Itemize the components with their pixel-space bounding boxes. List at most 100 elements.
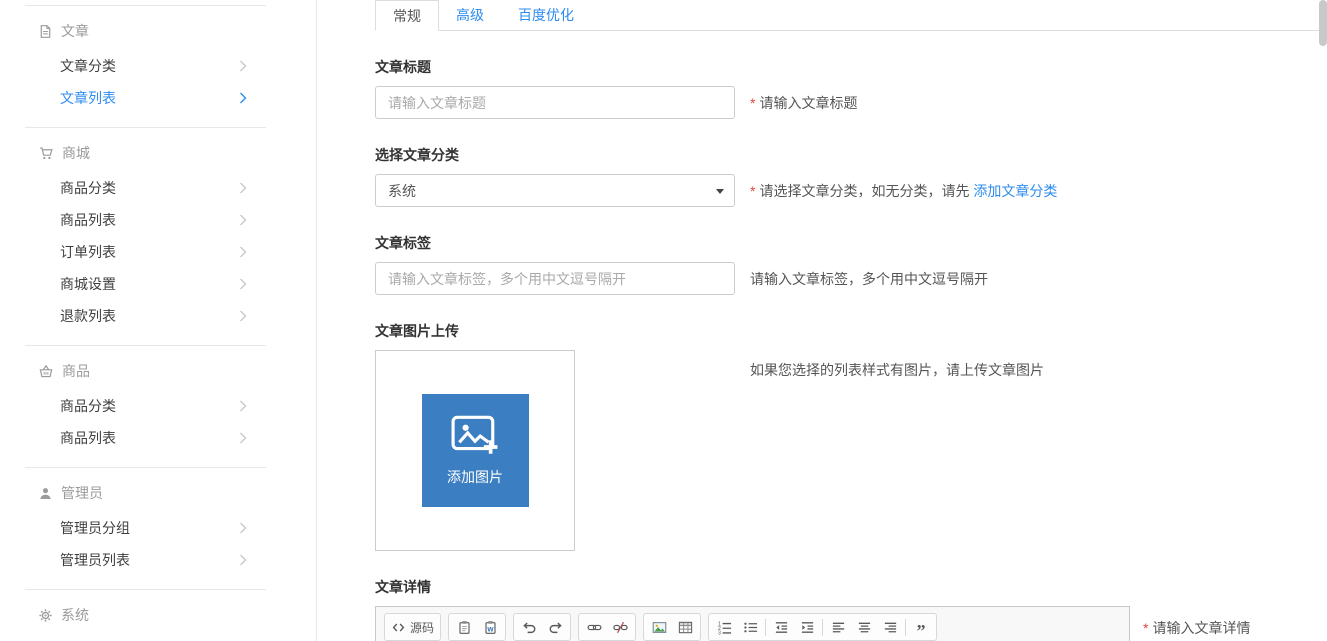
sidebar-item-basic-info[interactable]: 基本信息 <box>0 634 316 641</box>
bullet-list-button[interactable] <box>737 615 763 639</box>
redo-button[interactable] <box>542 615 568 639</box>
sidebar-item-article-category[interactable]: 文章分类 <box>0 50 316 82</box>
image-upload-box[interactable]: 添加图片 <box>375 350 575 551</box>
category-select[interactable]: 系统 <box>375 174 735 207</box>
title-input[interactable] <box>375 86 735 119</box>
tab-advanced[interactable]: 高级 <box>439 0 501 30</box>
sidebar-section-label: 管理员 <box>61 483 103 503</box>
paste-word-button[interactable]: W <box>477 615 503 639</box>
outdent-button[interactable] <box>768 615 794 639</box>
cart-icon <box>38 146 54 161</box>
align-center-button[interactable] <box>851 615 877 639</box>
sidebar-item-order-list[interactable]: 订单列表 <box>0 236 316 268</box>
link-icon <box>587 620 602 635</box>
undo-button[interactable] <box>516 615 542 639</box>
sidebar-item-label: 商品分类 <box>60 396 116 416</box>
sidebar-section-label: 文章 <box>61 21 89 41</box>
outdent-icon <box>774 620 789 635</box>
sidebar-item-label: 管理员分组 <box>60 518 130 538</box>
sidebar-item-goods-list[interactable]: 商品列表 <box>0 204 316 236</box>
chevron-right-icon <box>239 310 247 322</box>
sidebar-item-label: 商品列表 <box>60 428 116 448</box>
sidebar-section-admin: 管理员管理员分组管理员列表 <box>0 468 316 589</box>
sidebar-item-mall-settings[interactable]: 商城设置 <box>0 268 316 300</box>
title-row: *请输入文章标题 <box>375 86 1327 119</box>
unlink-icon <box>613 620 628 635</box>
sidebar-section-mall: 商城商品分类商品列表订单列表商城设置退款列表 <box>0 128 316 345</box>
sidebar-item-admin-list[interactable]: 管理员列表 <box>0 544 316 576</box>
add-image-button[interactable]: 添加图片 <box>422 394 529 507</box>
chevron-right-icon <box>239 246 247 258</box>
paste-button[interactable] <box>451 615 477 639</box>
sidebar-item-admin-group[interactable]: 管理员分组 <box>0 512 316 544</box>
sidebar-item-goods-category[interactable]: 商品分类 <box>0 172 316 204</box>
table-icon <box>678 620 693 635</box>
indent-icon <box>800 620 815 635</box>
required-asterisk: * <box>750 95 755 111</box>
chevron-right-icon <box>239 92 247 104</box>
sidebar-section-product: 商品商品分类商品列表 <box>0 346 316 467</box>
link-button[interactable] <box>581 615 607 639</box>
tab-bar: 常规 高级 百度优化 <box>375 0 1327 31</box>
blockquote-icon: ” <box>917 619 926 635</box>
basket-icon <box>38 364 54 379</box>
sidebar-item-refund-list[interactable]: 退款列表 <box>0 300 316 332</box>
hint-text: 请输入文章标题 <box>759 95 857 111</box>
editor-toolbar-row1: 源码 W 123 ” <box>384 613 1121 641</box>
scrollbar-thumb[interactable] <box>1319 0 1327 46</box>
image-button[interactable] <box>646 615 672 639</box>
image-upload-hint: 如果您选择的列表样式有图片，请上传文章图片 <box>750 350 1044 380</box>
table-button[interactable] <box>672 615 698 639</box>
image-upload-row: 添加图片 如果您选择的列表样式有图片，请上传文章图片 <box>375 350 1327 551</box>
rich-text-editor: 源码W123” 格式样式大小AABIUSIx <box>375 606 1130 641</box>
tab-label: 常规 <box>393 8 421 24</box>
sidebar-section-label: 商城 <box>62 143 90 163</box>
required-asterisk: * <box>750 183 755 199</box>
toolbar-group: W <box>448 613 506 641</box>
category-select-value: 系统 <box>388 181 416 201</box>
sidebar-section-label: 商品 <box>62 361 90 381</box>
content-hint: *请输入文章详情 <box>1143 606 1250 638</box>
hint-text: 请输入文章标签，多个用中文逗号隔开 <box>750 271 988 287</box>
add-category-link[interactable]: 添加文章分类 <box>973 183 1057 199</box>
editor-toolbar: 源码W123” 格式样式大小AABIUSIx <box>376 607 1129 641</box>
toolbar-group <box>643 613 701 641</box>
caret-down-icon <box>716 189 724 194</box>
toolbar-separator <box>822 619 823 636</box>
tab-baidu-seo[interactable]: 百度优化 <box>501 0 591 30</box>
align-left-button[interactable] <box>825 615 851 639</box>
tab-general[interactable]: 常规 <box>375 0 439 31</box>
svg-text:3: 3 <box>717 630 720 634</box>
sidebar-item-product-list[interactable]: 商品列表 <box>0 422 316 454</box>
chevron-right-icon <box>239 60 247 72</box>
sidebar-section-header-mall: 商城 <box>0 128 316 172</box>
sidebar-item-product-category[interactable]: 商品分类 <box>0 390 316 422</box>
sidebar-item-label: 文章列表 <box>60 88 116 108</box>
indent-button[interactable] <box>794 615 820 639</box>
redo-icon <box>548 620 563 635</box>
tab-label: 高级 <box>456 7 484 23</box>
numbered-list-button[interactable]: 123 <box>711 615 737 639</box>
source-button[interactable]: 源码 <box>387 615 438 639</box>
sidebar-item-label: 退款列表 <box>60 306 116 326</box>
tags-input[interactable] <box>375 262 735 295</box>
paste-icon <box>457 620 472 635</box>
align-right-button[interactable] <box>877 615 903 639</box>
chevron-right-icon <box>239 278 247 290</box>
chevron-right-icon <box>239 432 247 444</box>
sidebar-item-article-list[interactable]: 文章列表 <box>0 82 316 114</box>
source-label: 源码 <box>410 619 434 636</box>
blockquote-button[interactable]: ” <box>908 615 934 639</box>
numbered-list-icon: 123 <box>717 620 732 635</box>
bullet-list-icon <box>743 620 758 635</box>
unlink-button[interactable] <box>607 615 633 639</box>
sidebar-section-article: 文章文章分类文章列表 <box>0 6 316 127</box>
main-content: 常规高级百度优化 文章标题 *请输入文章标题 选择文章分类 系统 <box>317 0 1327 641</box>
toolbar-separator <box>905 619 906 636</box>
toolbar-separator <box>765 619 766 636</box>
toolbar-group: 123 ” <box>708 613 937 641</box>
gear-icon <box>38 608 53 623</box>
sidebar-item-label: 管理员列表 <box>60 550 130 570</box>
tags-row: 请输入文章标签，多个用中文逗号隔开 <box>375 262 1327 295</box>
category-row: 系统 *请选择文章分类，如无分类，请先 添加文章分类 <box>375 174 1327 207</box>
